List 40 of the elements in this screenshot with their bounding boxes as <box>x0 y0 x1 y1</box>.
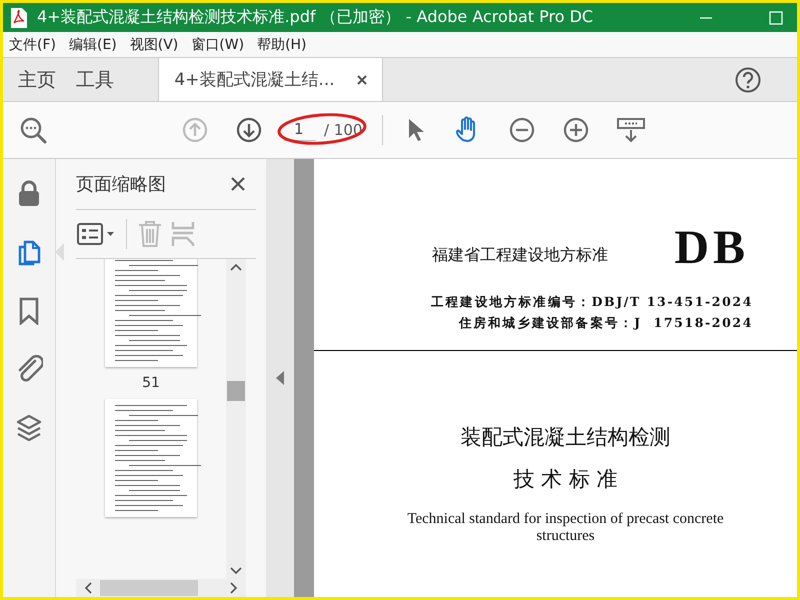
lock-icon[interactable] <box>16 179 42 207</box>
scrollbar-thumb[interactable] <box>227 381 245 401</box>
page-number-label: 51 <box>142 375 160 391</box>
standard-code: 工程建设地方标准编号：DBJ/T 13-451-2024 <box>431 294 753 311</box>
menu-item[interactable]: 窗口(W) <box>185 36 252 54</box>
menu-item[interactable]: 帮助(H) <box>251 36 314 54</box>
scroll-right-icon[interactable] <box>230 582 238 594</box>
document-logo: DB <box>674 224 749 272</box>
bookmark-icon[interactable] <box>17 297 41 325</box>
layers-icon[interactable] <box>15 413 43 443</box>
panel-title: 页面缩略图 <box>76 173 166 196</box>
close-icon[interactable] <box>230 176 246 192</box>
zoom-out-icon[interactable] <box>509 117 535 143</box>
page-number-field[interactable]: 1 <box>284 120 316 140</box>
tab[interactable]: 工具 <box>66 58 124 101</box>
tab[interactable]: 4+装配式混凝土结... <box>158 58 383 101</box>
english-title: Technical standard for inspection of precast concrete structures <box>406 511 725 545</box>
menu-item[interactable]: 视图(V) <box>124 36 186 54</box>
zoom-in-icon[interactable] <box>563 117 589 143</box>
scrollbar-thumb[interactable] <box>100 580 198 596</box>
menu-item[interactable]: 文件(F) <box>3 36 63 54</box>
document-title: 装配式混凝土结构检测 <box>460 424 670 451</box>
maximize-icon[interactable] <box>769 10 783 24</box>
scroll-left-icon[interactable] <box>84 582 92 594</box>
scroll-down-icon[interactable] <box>230 567 242 575</box>
close-icon[interactable] <box>356 74 367 84</box>
arrow-down-icon[interactable] <box>236 117 262 143</box>
thumbnail-options-icon[interactable] <box>76 221 116 247</box>
pdf-file-icon <box>9 6 29 28</box>
help-icon[interactable] <box>735 66 761 92</box>
tab[interactable]: 主页 <box>3 58 66 101</box>
scroll-up-icon[interactable] <box>230 263 242 271</box>
search-icon[interactable] <box>19 116 47 144</box>
collapse-icon[interactable] <box>276 371 284 385</box>
document-header: 福建省工程建设地方标准 <box>432 245 608 266</box>
menu-item[interactable]: 编辑(E) <box>62 36 124 54</box>
keyboard-download-icon[interactable] <box>617 117 645 143</box>
standard-code: 住房和城乡建设部备案号：J 17518-2024 <box>458 315 753 332</box>
window-title: 4+装配式混凝土结构检测技术标准.pdf （已加密） - Adobe Acrobat Pro DC <box>37 7 594 28</box>
document-title: 技 术 标 准 <box>513 466 618 493</box>
